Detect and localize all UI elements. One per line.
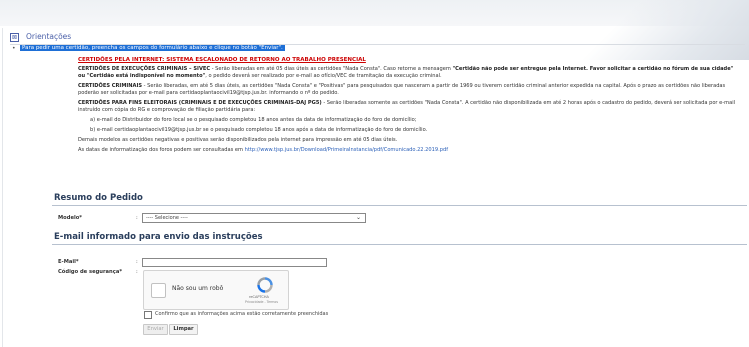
recaptcha-checkbox[interactable] — [151, 283, 166, 298]
bullet-icon: • — [12, 45, 16, 52]
summary-divider — [52, 205, 747, 206]
notice-criminal: CERTIDÕES CRIMINAIS - Serão liberadas, e… — [78, 83, 742, 97]
confirm-label: Confirmo que as informações acima estão … — [155, 311, 329, 317]
collapse-toggle-icon[interactable]: ⊠ — [10, 33, 19, 42]
security-colon: : — [136, 269, 138, 275]
send-button[interactable]: Enviar — [143, 324, 168, 335]
criminal-label: CERTIDÕES CRIMINAIS — [78, 83, 143, 89]
email-divider — [52, 244, 747, 245]
recaptcha-logo-icon — [257, 277, 273, 293]
notice-item-a: a) e-mail do Distribuidor do foro local … — [90, 117, 417, 123]
notice-block: CERTIDÕES PELA INTERNET: SISTEMA ESCALON… — [62, 57, 742, 157]
sivec-text: - Serão liberadas em até 05 dias úteis a… — [210, 66, 453, 72]
orientations-header[interactable]: ⊠ Orientações — [10, 32, 745, 45]
email-colon: : — [136, 259, 138, 265]
security-code-label: Código de segurança* — [58, 269, 123, 275]
chevron-down-icon: ⌄ — [355, 214, 361, 221]
notice-dates: As datas de informatização dos foros pod… — [78, 147, 742, 154]
clear-button[interactable]: Limpar — [169, 324, 198, 335]
notice-models: Demais modelos as certidões negativas e … — [78, 137, 398, 143]
section-title: Orientações — [26, 32, 72, 41]
dates-prefix: As datas de informatização dos foros pod… — [78, 147, 245, 153]
notice-electoral: CERTIDÕES PARA FINS ELEITORAIS (CRIMINAI… — [78, 100, 742, 114]
email-input[interactable] — [142, 258, 327, 267]
recaptcha-links[interactable]: Privacidade - Termos — [245, 300, 278, 304]
summary-title: Resumo do Pedido — [54, 193, 143, 203]
notice-headline: CERTIDÕES PELA INTERNET: SISTEMA ESCALON… — [78, 57, 366, 63]
left-border — [2, 28, 3, 347]
sivec-tail: , o pedido deverá ser realizado por e-ma… — [205, 73, 442, 79]
model-label: Modelo* — [58, 215, 83, 221]
intro-highlight-text: Para pedir uma certidão, preencha os cam… — [20, 45, 285, 51]
email-label: E-Mail* — [58, 259, 79, 265]
recaptcha-label: Não sou um robô — [172, 285, 224, 292]
notice-sivec: CERTIDÕES DE EXECUÇÕES CRIMINAIS – SIVEC… — [78, 66, 742, 80]
electoral-label: CERTIDÕES PARA FINS ELEITORAIS (CRIMINAI… — [78, 100, 322, 106]
header-decoration — [569, 0, 749, 60]
model-colon: : — [136, 215, 138, 221]
model-select-value: ---- Selecione ---- — [146, 215, 188, 221]
criminal-text: - Serão liberadas, em até 5 dias úteis, … — [78, 83, 726, 96]
model-select[interactable]: ---- Selecione ---- ⌄ — [142, 213, 366, 223]
confirm-checkbox[interactable] — [144, 311, 152, 319]
recaptcha-brand: reCAPTCHA — [249, 295, 269, 299]
intro-line: • Para pedir uma certidão, preencha os c… — [12, 45, 285, 52]
notice-item-b: b) e-mail certidaoplantaocivil19@tjsp.ju… — [90, 127, 428, 133]
dates-link[interactable]: http://www.tjsp.jus.br/Download/Primeira… — [245, 147, 448, 153]
email-section-title: E-mail informado para envio das instruçõ… — [54, 232, 263, 242]
sivec-label: CERTIDÕES DE EXECUÇÕES CRIMINAIS – SIVEC — [78, 66, 211, 72]
recaptcha-widget: Não sou um robô reCAPTCHA Privacidade - … — [143, 270, 289, 310]
